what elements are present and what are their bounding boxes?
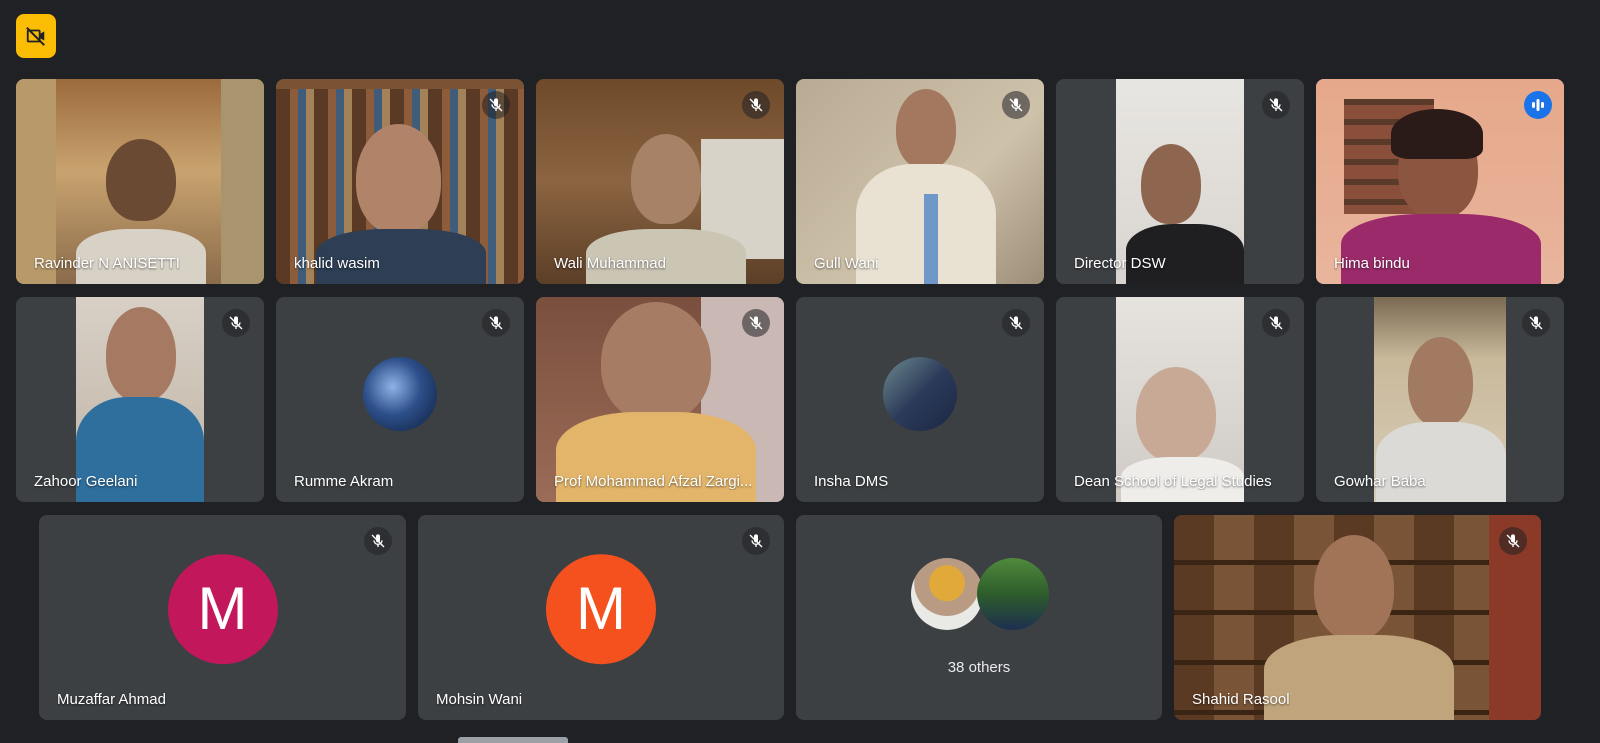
- mic-off-icon: [749, 316, 763, 330]
- avatar: [363, 356, 437, 431]
- mic-muted-indicator: [742, 527, 770, 555]
- participant-tile[interactable]: Rumme Akram: [276, 297, 524, 502]
- avatar: [977, 558, 1049, 630]
- participant-name: Insha DMS: [814, 473, 889, 490]
- mic-off-icon: [1529, 316, 1543, 330]
- participant-tile[interactable]: Director DSW: [1056, 79, 1304, 284]
- participant-name: Wali Muhammad: [554, 255, 666, 272]
- mic-off-icon: [749, 534, 763, 548]
- mic-muted-indicator: [742, 91, 770, 119]
- participant-tile[interactable]: Dean School of Legal Studies: [1056, 297, 1304, 502]
- bottom-bar-handle[interactable]: [458, 737, 568, 743]
- participant-tile[interactable]: Gull Wani: [796, 79, 1044, 284]
- others-tile[interactable]: 38 others: [796, 515, 1162, 720]
- participant-name: Dean School of Legal Studies: [1074, 473, 1272, 490]
- participant-tile[interactable]: Shahid Rasool: [1174, 515, 1541, 720]
- mic-off-icon: [1009, 316, 1023, 330]
- participant-name: Hima bindu: [1334, 255, 1410, 272]
- mic-off-icon: [489, 316, 503, 330]
- mic-muted-indicator: [482, 309, 510, 337]
- participant-name: Ravinder N ANISETTI: [34, 255, 180, 272]
- mic-off-icon: [1009, 98, 1023, 112]
- speaking-indicator: [1524, 91, 1552, 119]
- others-count-label: 38 others: [947, 659, 1011, 676]
- avatar: M: [546, 553, 656, 664]
- mic-muted-indicator: [1522, 309, 1550, 337]
- mic-muted-indicator: [222, 309, 250, 337]
- participant-tile-speaking[interactable]: Hima bindu: [1316, 79, 1564, 284]
- participant-tile[interactable]: Gowhar Baba: [1316, 297, 1564, 502]
- mic-off-icon: [749, 98, 763, 112]
- participant-name: Prof Mohammad Afzal Zargi...: [554, 473, 753, 490]
- video-off-badge[interactable]: [16, 14, 56, 58]
- participant-name: Shahid Rasool: [1192, 691, 1290, 708]
- mic-off-icon: [489, 98, 503, 112]
- mic-muted-indicator: [482, 91, 510, 119]
- mic-muted-indicator: [1002, 309, 1030, 337]
- participant-tile[interactable]: Insha DMS: [796, 297, 1044, 502]
- participant-name: Rumme Akram: [294, 473, 394, 490]
- participant-name: Zahoor Geelani: [34, 473, 138, 490]
- mic-muted-indicator: [1002, 91, 1030, 119]
- video-off-icon: [26, 27, 45, 46]
- mic-muted-indicator: [1499, 527, 1527, 555]
- participant-name: Muzaffar Ahmad: [57, 691, 166, 708]
- mic-off-icon: [371, 534, 385, 548]
- participant-tile[interactable]: Ravinder N ANISETTI: [16, 79, 264, 284]
- participant-name: Gowhar Baba: [1334, 473, 1426, 490]
- participant-tile[interactable]: Wali Muhammad: [536, 79, 784, 284]
- avatar: [911, 558, 983, 630]
- avatar: [883, 356, 957, 431]
- mic-off-icon: [229, 316, 243, 330]
- mic-muted-indicator: [364, 527, 392, 555]
- participant-name: Mohsin Wani: [436, 691, 523, 708]
- audio-levels-icon: [1532, 99, 1544, 111]
- mic-off-icon: [1269, 98, 1283, 112]
- mic-off-icon: [1269, 316, 1283, 330]
- participant-name: Gull Wani: [814, 255, 879, 272]
- participant-tile[interactable]: M Muzaffar Ahmad: [39, 515, 406, 720]
- participant-name: khalid wasim: [294, 255, 380, 272]
- avatar: M: [167, 553, 278, 664]
- participant-tile[interactable]: Zahoor Geelani: [16, 297, 264, 502]
- mic-muted-indicator: [1262, 309, 1290, 337]
- mic-muted-indicator: [1262, 91, 1290, 119]
- participant-name: Director DSW: [1074, 255, 1166, 272]
- participant-tile[interactable]: khalid wasim: [276, 79, 524, 284]
- mic-off-icon: [1506, 534, 1520, 548]
- participant-tile[interactable]: M Mohsin Wani: [418, 515, 784, 720]
- mic-muted-indicator: [742, 309, 770, 337]
- participant-tile[interactable]: Prof Mohammad Afzal Zargi...: [536, 297, 784, 502]
